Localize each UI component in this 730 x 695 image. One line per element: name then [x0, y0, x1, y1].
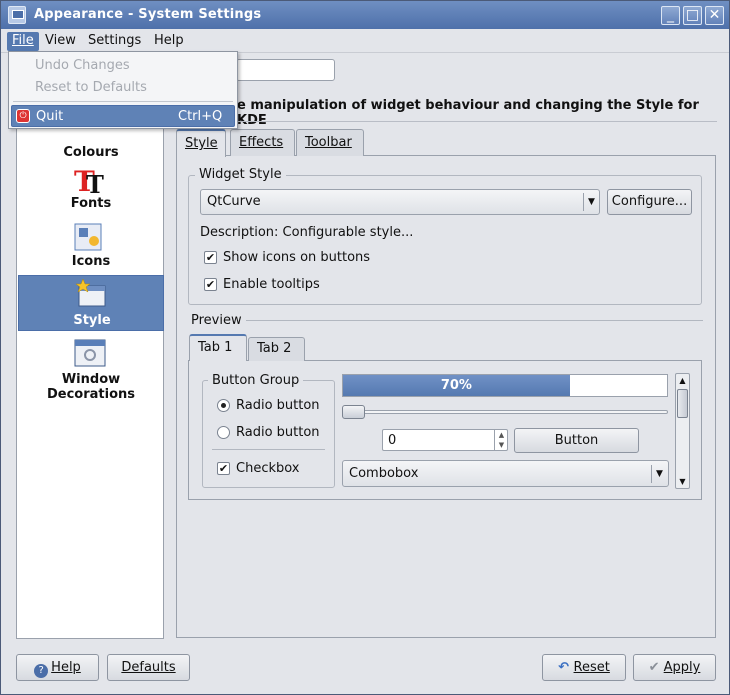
radio-button-2[interactable] — [217, 426, 230, 439]
widget-style-title: Widget Style — [195, 167, 286, 182]
radio-button-2-label[interactable]: Radio button — [236, 425, 320, 440]
reset-icon: ↶ — [558, 660, 574, 675]
menu-settings[interactable]: Settings — [83, 32, 146, 51]
button-group-divider — [212, 449, 325, 450]
settings-window: Appearance - System Settings _ □ ✕ File … — [0, 0, 730, 695]
enable-tooltips-label[interactable]: Enable tooltips — [223, 277, 320, 292]
window-title: Appearance - System Settings — [34, 7, 262, 22]
preview-checkbox-label[interactable]: Checkbox — [236, 461, 300, 476]
defaults-button-label: Defaults — [121, 660, 176, 675]
preview-tab-1[interactable]: Tab 1 — [189, 334, 247, 361]
quit-shortcut: Ctrl+Q — [178, 109, 223, 124]
preview-checkbox[interactable]: ✔ — [217, 462, 230, 475]
button-group-title: Button Group — [208, 373, 304, 388]
help-icon: ? — [34, 664, 49, 678]
help-button[interactable]: ? Help — [16, 654, 99, 681]
preview-progress-bar: 70% — [342, 374, 668, 397]
preview-combobox-value: Combobox — [349, 466, 419, 481]
chevron-down-icon[interactable]: ▼ — [583, 193, 599, 211]
title-bar[interactable]: Appearance - System Settings _ □ ✕ — [1, 1, 729, 29]
menu-bar: File View Settings Help — [1, 29, 729, 53]
tab-toolbar-label: Toolbar — [305, 135, 352, 150]
menu-view[interactable]: View — [40, 32, 81, 51]
sidebar-item-label: Style — [73, 313, 111, 328]
enable-tooltips-checkbox[interactable]: ✔ — [204, 278, 217, 291]
preview-combobox[interactable]: Combobox ▼ — [342, 460, 669, 487]
reset-button[interactable]: ↶ Reset — [542, 654, 626, 681]
quit-icon: ⏻ — [16, 109, 30, 123]
preview-slider-handle[interactable] — [342, 405, 365, 419]
preview-title: Preview — [191, 313, 242, 328]
close-button[interactable]: ✕ — [705, 6, 724, 25]
page-heading: e manipulation of widget behaviour and c… — [237, 98, 699, 128]
show-icons-checkbox[interactable]: ✔ — [204, 251, 217, 264]
preview-slider-track[interactable] — [342, 410, 668, 414]
tab-style-label: Style — [185, 136, 218, 151]
sidebar-item-label: Fonts — [70, 196, 112, 211]
scroll-up-icon[interactable]: ▲ — [676, 374, 689, 387]
widget-style-value: QtCurve — [207, 194, 261, 209]
window-decorations-icon — [74, 339, 106, 367]
menu-item-reset-to-defaults[interactable]: Reset to Defaults — [11, 77, 235, 99]
maximize-button[interactable]: □ — [683, 6, 702, 25]
scroll-thumb[interactable] — [677, 389, 688, 418]
apply-button[interactable]: ✔ Apply — [633, 654, 716, 681]
widget-style-combo[interactable]: QtCurve ▼ — [200, 189, 600, 215]
menu-file-label: File — [12, 33, 34, 48]
style-description: Description: Configurable style... — [200, 225, 414, 240]
quit-label: Quit — [36, 109, 64, 124]
defaults-button[interactable]: Defaults — [107, 654, 190, 681]
show-icons-label[interactable]: Show icons on buttons — [223, 250, 370, 265]
sidebar-item-label: Icons — [71, 254, 111, 269]
apply-button-label: Apply — [663, 660, 701, 675]
radio-button-1[interactable] — [217, 399, 230, 412]
tab-toolbar[interactable]: Toolbar — [296, 129, 364, 156]
heading-divider — [179, 121, 717, 122]
sidebar-item-label: Colours — [63, 145, 119, 160]
spinbox-arrows-icon[interactable]: ▲ ▼ — [494, 430, 508, 450]
system-settings-icon[interactable] — [8, 6, 26, 24]
file-menu-dropdown: Undo Changes Reset to Defaults ⏻ Quit Ct… — [8, 51, 238, 129]
menu-item-undo-changes[interactable]: Undo Changes — [11, 55, 235, 77]
fonts-icon: T T — [74, 165, 104, 197]
menu-separator — [13, 101, 233, 102]
svg-text:T: T — [86, 170, 104, 197]
help-button-label: Help — [51, 660, 81, 675]
menu-file[interactable]: File — [7, 32, 39, 51]
reset-button-label: Reset — [573, 660, 610, 675]
sidebar-item-window-decorations[interactable]: Window Decorations — [18, 336, 164, 402]
scroll-down-icon[interactable]: ▼ — [676, 475, 689, 488]
preview-scrollbar[interactable]: ▲ ▼ — [675, 373, 690, 489]
minimize-button[interactable]: _ — [661, 6, 680, 25]
preview-push-button[interactable]: Button — [514, 428, 639, 453]
apply-check-icon: ✔ — [648, 660, 664, 675]
chevron-down-icon[interactable]: ▼ — [651, 465, 667, 483]
spinbox-value: 0 — [388, 433, 397, 448]
tab-effects[interactable]: Effects — [230, 129, 295, 156]
tab-style[interactable]: Style — [176, 129, 226, 157]
menu-help[interactable]: Help — [149, 32, 189, 51]
tab-effects-label: Effects — [239, 135, 284, 150]
sidebar-item-style[interactable]: Style — [18, 275, 164, 331]
sidebar-item-label: Window Decorations — [46, 372, 136, 402]
preview-tab-2[interactable]: Tab 2 — [248, 337, 305, 361]
progress-fill: 70% — [343, 375, 570, 396]
configure-button[interactable]: Configure... — [607, 189, 692, 215]
search-input[interactable] — [236, 59, 335, 81]
menu-item-quit[interactable]: ⏻ Quit Ctrl+Q — [11, 105, 235, 127]
preview-divider — [246, 320, 703, 321]
preview-spinbox[interactable]: 0 ▲ ▼ — [382, 429, 508, 451]
icons-icon — [74, 223, 102, 251]
radio-button-1-label[interactable]: Radio button — [236, 398, 320, 413]
module-sidebar: Colours T T Fonts Icons Style Window Dec… — [16, 109, 164, 639]
sidebar-item-icons[interactable]: Icons — [18, 220, 164, 276]
style-icon — [75, 278, 106, 307]
sidebar-item-fonts[interactable]: T T Fonts — [18, 162, 164, 218]
